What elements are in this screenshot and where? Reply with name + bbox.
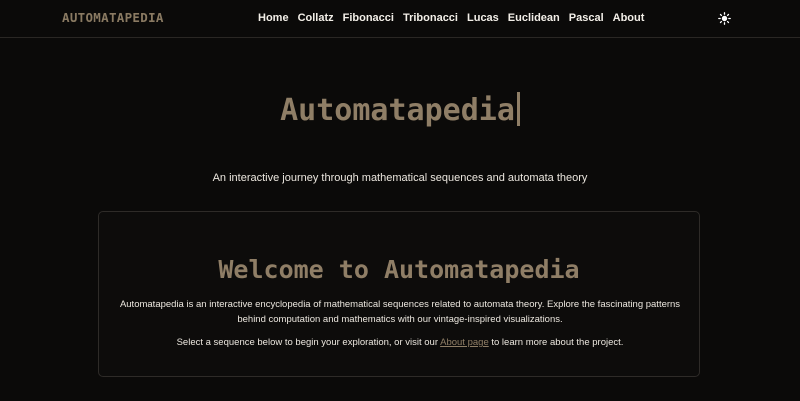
nav-link-pascal[interactable]: Pascal (569, 12, 604, 24)
nav-links: Home Collatz Fibonacci Tribonacci Lucas … (258, 12, 653, 24)
hero-title: Automatapedia (0, 92, 800, 128)
sun-icon (718, 12, 731, 25)
hero-title-text: Automatapedia (280, 93, 515, 128)
nav-link-lucas[interactable]: Lucas (467, 12, 499, 24)
nav-link-collatz[interactable]: Collatz (298, 12, 334, 24)
welcome-instructions: Select a sequence below to begin your ex… (119, 335, 681, 350)
welcome-card: Welcome to Automatapedia Automatapedia i… (98, 211, 700, 377)
nav-link-about[interactable]: About (613, 12, 645, 24)
nav-link-home[interactable]: Home (258, 12, 289, 24)
instructions-text-before: Select a sequence below to begin your ex… (176, 337, 441, 348)
nav-link-tribonacci[interactable]: Tribonacci (403, 12, 458, 24)
typing-cursor (516, 92, 520, 126)
brand-logo-link[interactable]: AUTOMATAPEDIA (62, 10, 164, 25)
nav-link-fibonacci[interactable]: Fibonacci (343, 12, 394, 24)
navbar: AUTOMATAPEDIA Home Collatz Fibonacci Tri… (0, 0, 800, 38)
nav-link-euclidean[interactable]: Euclidean (508, 12, 560, 24)
hero-subtitle: An interactive journey through mathemati… (212, 172, 588, 184)
welcome-heading: Welcome to Automatapedia (218, 255, 580, 284)
theme-toggle-button[interactable] (717, 11, 732, 26)
instructions-text-after: to learn more about the project. (488, 337, 624, 348)
about-page-link[interactable]: About page (440, 337, 489, 348)
welcome-description: Automatapedia is an interactive encyclop… (119, 299, 681, 325)
